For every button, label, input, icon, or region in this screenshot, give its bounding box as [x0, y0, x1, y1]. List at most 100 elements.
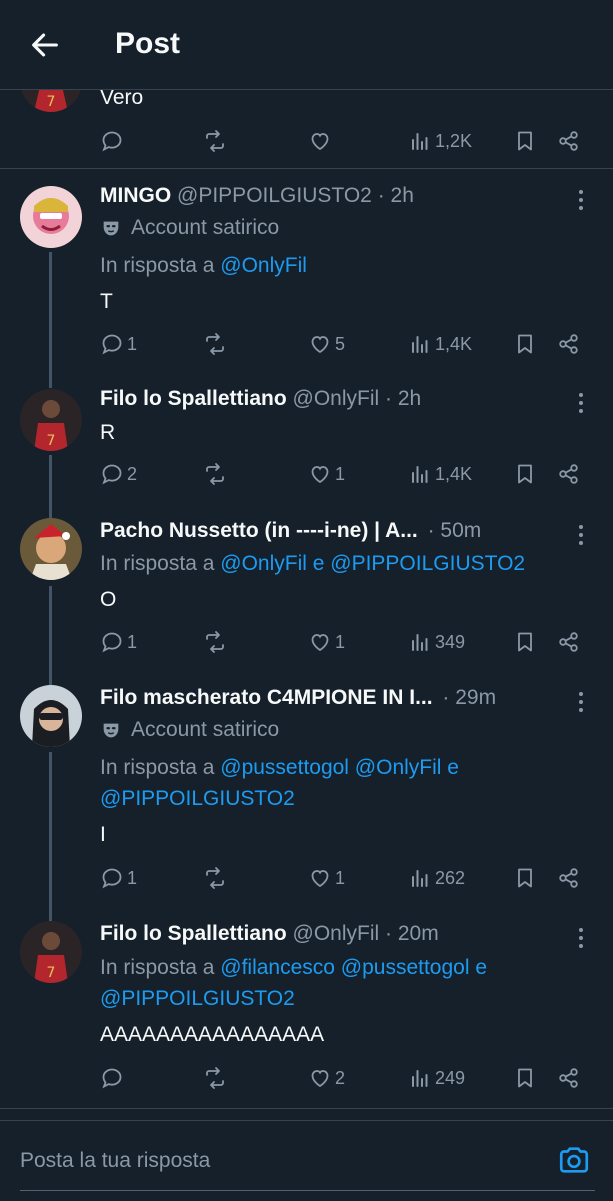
repost-icon [206, 1067, 224, 1089]
mention-link[interactable]: @PIPPOILGIUSTO2 [100, 987, 295, 1011]
more-options-icon[interactable] [574, 523, 588, 547]
reply-button[interactable] [100, 1063, 124, 1093]
timestamp[interactable]: · 2h [385, 387, 421, 410]
reply-button[interactable]: 2 [100, 459, 137, 489]
bookmark-icon [518, 632, 532, 652]
like-button[interactable]: 5 [308, 329, 345, 359]
bookmark-button[interactable] [513, 863, 537, 893]
mention-link[interactable]: @filancesco @pussettogol e [220, 956, 487, 979]
views-button[interactable]: 249 [408, 1063, 465, 1093]
repost-button[interactable] [203, 126, 227, 156]
handle[interactable]: @OnlyFil [293, 922, 380, 945]
like-button[interactable]: 1 [308, 459, 345, 489]
share-button[interactable] [557, 329, 581, 359]
avatar[interactable]: 7 [20, 389, 82, 451]
views-button[interactable]: 1,2K [408, 126, 472, 156]
bookmark-button[interactable] [513, 126, 537, 156]
avatar[interactable] [20, 518, 82, 580]
reply-button[interactable]: 1 [100, 627, 137, 657]
satire-label-text: Account satirico [131, 718, 280, 741]
bookmark-button[interactable] [513, 1063, 537, 1093]
like-count: 1 [335, 867, 346, 888]
back-arrow-icon[interactable] [28, 28, 62, 62]
satire-label: Account satirico [100, 718, 279, 742]
reply-context: In risposta a @filancesco @pussettogol e [100, 956, 487, 980]
heart-icon [311, 870, 329, 888]
reply-post[interactable]: 7 Filo lo Spallettiano @OnlyFil · 2h R 2… [0, 383, 613, 503]
reply-composer: Posta la tua risposta [0, 1120, 613, 1201]
parent-post[interactable]: 7 Vero 1,2K [0, 50, 613, 168]
like-button[interactable]: 1 [308, 863, 345, 893]
repost-icon [206, 333, 224, 355]
bookmark-button[interactable] [513, 627, 537, 657]
like-button[interactable] [308, 126, 332, 156]
bookmark-button[interactable] [513, 459, 537, 489]
views-button[interactable]: 349 [408, 627, 465, 657]
display-name[interactable]: Filo lo Spallettiano [100, 922, 287, 945]
repost-button[interactable] [203, 863, 227, 893]
share-icon [559, 632, 578, 652]
bookmark-button[interactable] [513, 329, 537, 359]
repost-button[interactable] [203, 627, 227, 657]
repost-button[interactable] [203, 459, 227, 489]
mention-link[interactable]: @pussettogol @OnlyFil e [220, 756, 459, 779]
svg-text:7: 7 [47, 94, 56, 110]
views-button[interactable]: 1,4K [408, 459, 472, 489]
handle[interactable]: @OnlyFil [293, 387, 380, 410]
repost-button[interactable] [203, 329, 227, 359]
views-count: 1,2K [435, 130, 473, 151]
reply-button[interactable]: 1 [100, 329, 137, 359]
post-text: R [100, 421, 116, 444]
views-count: 1,4K [435, 463, 473, 484]
reply-input[interactable]: Posta la tua risposta [20, 1149, 210, 1173]
more-options-icon[interactable] [574, 391, 588, 415]
views-button[interactable]: 262 [408, 863, 465, 893]
mention-link[interactable]: @PIPPOILGIUSTO2 [100, 787, 295, 811]
reply-post[interactable]: Pacho Nussetto (in ----i-ne) | A... · 50… [0, 515, 613, 665]
timestamp[interactable]: · 20m [385, 922, 439, 945]
handle[interactable]: @PIPPOILGIUSTO2 [177, 184, 372, 207]
more-options-icon[interactable] [574, 188, 588, 212]
like-count: 5 [335, 333, 346, 354]
reply-button[interactable] [100, 126, 124, 156]
reply-icon [102, 632, 122, 653]
more-options-icon[interactable] [574, 690, 588, 714]
camera-icon[interactable] [557, 1143, 591, 1177]
heart-icon [311, 1070, 329, 1088]
timestamp[interactable]: · 2h [378, 184, 414, 207]
theater-mask-icon [103, 221, 119, 236]
reply-post[interactable]: MINGO @PIPPOILGIUSTO2 · 2h Account satir… [0, 180, 613, 370]
timestamp[interactable]: · 50m [428, 519, 482, 542]
share-button[interactable] [557, 126, 581, 156]
share-button[interactable] [557, 459, 581, 489]
reply-icon [102, 464, 122, 485]
reply-button[interactable]: 1 [100, 863, 137, 893]
reply-post[interactable]: Filo mascherato C4MPIONE IN I... · 29m A… [0, 682, 613, 902]
display-name[interactable]: Filo lo Spallettiano [100, 387, 287, 410]
repost-button[interactable] [203, 1063, 227, 1093]
like-button[interactable]: 2 [308, 1063, 345, 1093]
like-button[interactable]: 1 [308, 627, 345, 657]
avatar[interactable]: 7 [20, 921, 82, 983]
more-options-icon[interactable] [574, 926, 588, 950]
mention-link[interactable]: @OnlyFil e @PIPPOILGIUSTO2 [220, 552, 525, 575]
reply-count: 1 [127, 333, 138, 354]
heart-icon [311, 634, 329, 652]
share-button[interactable] [557, 627, 581, 657]
header-divider [0, 89, 613, 90]
display-name[interactable]: Filo mascherato C4MPIONE IN I... [100, 686, 433, 709]
analytics-icon [412, 1070, 428, 1087]
views-button[interactable]: 1,4K [408, 329, 472, 359]
share-button[interactable] [557, 1063, 581, 1093]
timestamp[interactable]: · 29m [442, 686, 496, 709]
satire-label-text: Account satirico [131, 216, 280, 239]
share-icon [559, 1068, 578, 1088]
avatar[interactable] [20, 685, 82, 747]
mention-link[interactable]: @OnlyFil [220, 254, 307, 277]
page-title: Post [115, 27, 181, 60]
share-button[interactable] [557, 863, 581, 893]
reply-post[interactable]: 7 Filo lo Spallettiano @OnlyFil · 20m In… [0, 918, 613, 1108]
display-name[interactable]: MINGO [100, 184, 171, 207]
avatar[interactable] [20, 186, 82, 248]
display-name[interactable]: Pacho Nussetto (in ----i-ne) | A... [100, 519, 418, 542]
